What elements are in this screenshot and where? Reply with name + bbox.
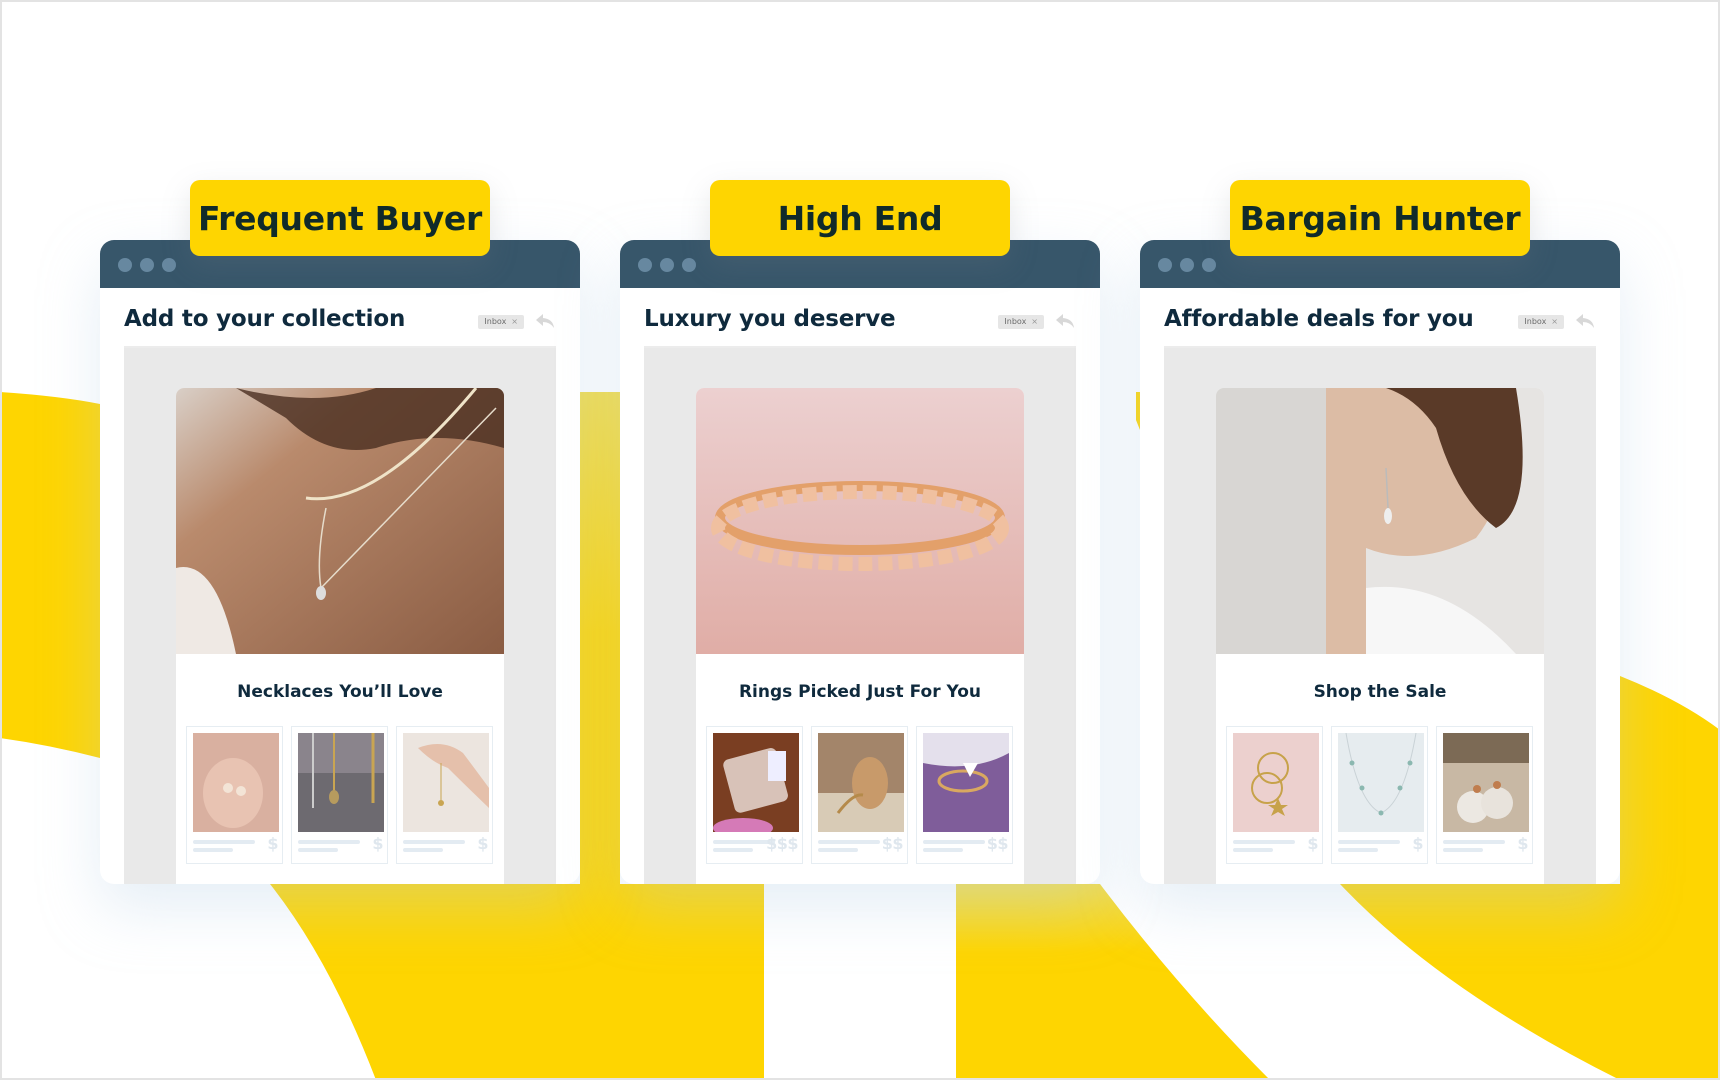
close-icon[interactable]: ×: [1551, 315, 1558, 329]
product-card[interactable]: $: [186, 726, 283, 864]
close-icon[interactable]: ×: [511, 315, 518, 329]
inbox-badge[interactable]: Inbox ×: [998, 315, 1044, 329]
email-content: Necklaces You’ll Love $ $ $: [176, 388, 504, 884]
close-icon[interactable]: ×: [1031, 315, 1038, 329]
product-grid: $ $ $: [1226, 726, 1534, 864]
product-card[interactable]: $$: [811, 726, 908, 864]
price-tier: $: [477, 834, 488, 853]
window-dot-icon: [1158, 258, 1172, 272]
inbox-label: Inbox: [1004, 317, 1027, 326]
window-dot-icon: [660, 258, 674, 272]
placeholder-line: [403, 840, 465, 844]
hero-image-bangle: [696, 388, 1024, 654]
email-window-frequent-buyer: Add to your collection Inbox × Necklaces …: [100, 240, 580, 884]
window-dot-icon: [140, 258, 154, 272]
email-header: Add to your collection Inbox ×: [124, 302, 556, 342]
hero-image-earring: [1216, 388, 1544, 654]
placeholder-line: [298, 840, 360, 844]
product-image: [193, 733, 279, 832]
reply-icon[interactable]: [1574, 311, 1596, 331]
window-dot-icon: [118, 258, 132, 272]
product-image: [713, 733, 799, 832]
placeholder-line: [818, 840, 880, 844]
product-grid: $$$ $$ $$: [706, 726, 1014, 864]
placeholder-line: [298, 848, 338, 852]
product-card[interactable]: $$$: [706, 726, 803, 864]
inbox-label: Inbox: [484, 317, 507, 326]
product-card[interactable]: $: [1436, 726, 1533, 864]
reply-icon[interactable]: [534, 311, 556, 331]
email-content: Rings Picked Just For You $$$ $$ $$: [696, 388, 1024, 884]
email-content: Shop the Sale $ $ $: [1216, 388, 1544, 884]
price-tier: $: [1412, 834, 1423, 853]
window-dot-icon: [638, 258, 652, 272]
section-title: Necklaces You’ll Love: [237, 682, 443, 702]
product-card[interactable]: $: [1226, 726, 1323, 864]
placeholder-line: [818, 848, 858, 852]
yellow-band-left: [0, 392, 100, 758]
product-image: [1338, 733, 1424, 832]
price-tier: $: [267, 834, 278, 853]
product-card[interactable]: $: [1331, 726, 1428, 864]
product-image: [923, 733, 1009, 832]
price-tier: $: [1517, 834, 1528, 853]
email-subject: Affordable deals for you: [1164, 306, 1474, 332]
window-dot-icon: [1202, 258, 1216, 272]
placeholder-line: [1443, 840, 1505, 844]
section-title: Rings Picked Just For You: [738, 682, 982, 702]
inbox-badge[interactable]: Inbox ×: [1518, 315, 1564, 329]
product-image: [298, 733, 384, 832]
product-card[interactable]: $: [396, 726, 493, 864]
window-dot-icon: [1180, 258, 1194, 272]
inbox-badge[interactable]: Inbox ×: [478, 315, 524, 329]
segment-tag-frequent-buyer: Frequent Buyer: [190, 180, 490, 256]
placeholder-line: [923, 840, 985, 844]
placeholder-line: [1443, 848, 1483, 852]
price-tier: $$: [986, 834, 1009, 853]
price-tier: $$: [881, 834, 904, 853]
placeholder-line: [713, 848, 753, 852]
email-window-bargain-hunter: Affordable deals for you Inbox × Shop the…: [1140, 240, 1620, 884]
product-image: [1443, 733, 1529, 832]
hero-image-necklace: [176, 388, 504, 654]
section-title: Shop the Sale: [1313, 682, 1447, 702]
window-dot-icon: [162, 258, 176, 272]
product-card[interactable]: $: [291, 726, 388, 864]
price-tier: $: [372, 834, 383, 853]
email-window-high-end: Luxury you deserve Inbox × Rings Picked J…: [620, 240, 1100, 884]
email-body: Necklaces You’ll Love $ $ $: [124, 348, 556, 884]
email-body: Rings Picked Just For You $$$ $$ $$: [644, 348, 1076, 884]
price-tier: $$$: [766, 834, 798, 853]
email-body: Shop the Sale $ $ $: [1164, 348, 1596, 884]
product-card[interactable]: $$: [916, 726, 1013, 864]
product-grid: $ $ $: [186, 726, 494, 864]
product-image: [1233, 733, 1319, 832]
inbox-label: Inbox: [1524, 317, 1547, 326]
placeholder-line: [193, 848, 233, 852]
email-header: Luxury you deserve Inbox ×: [644, 302, 1076, 342]
email-subject: Luxury you deserve: [644, 306, 896, 332]
reply-icon[interactable]: [1054, 311, 1076, 331]
segment-tag-high-end: High End: [710, 180, 1010, 256]
price-tier: $: [1307, 834, 1318, 853]
segment-tag-bargain-hunter: Bargain Hunter: [1230, 180, 1530, 256]
placeholder-line: [403, 848, 443, 852]
email-subject: Add to your collection: [124, 306, 406, 332]
email-header: Affordable deals for you Inbox ×: [1164, 302, 1596, 342]
placeholder-line: [1338, 840, 1400, 844]
placeholder-line: [923, 848, 963, 852]
product-image: [818, 733, 904, 832]
window-dot-icon: [682, 258, 696, 272]
placeholder-line: [1338, 848, 1378, 852]
yellow-band-center-right: [956, 884, 1270, 1080]
placeholder-line: [1233, 840, 1295, 844]
product-image: [403, 733, 489, 832]
placeholder-line: [193, 840, 255, 844]
placeholder-line: [1233, 848, 1273, 852]
